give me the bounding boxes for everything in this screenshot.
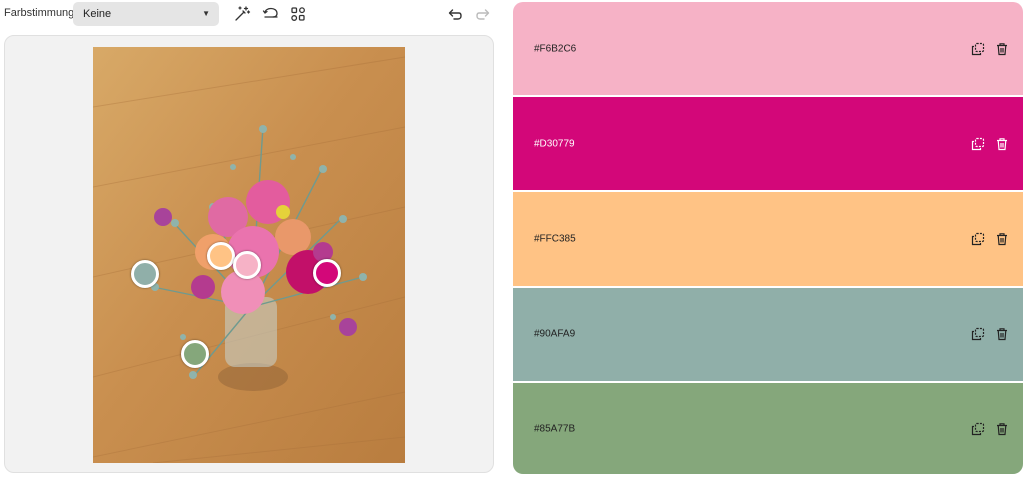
delete-icon[interactable] [995,42,1009,56]
copy-icon[interactable] [971,232,985,246]
swatch-hex-label: #F6B2C6 [534,43,577,55]
palette-swatch[interactable]: #FFC385 [513,192,1023,288]
reset-icon[interactable] [262,5,280,23]
undo-icon[interactable] [445,5,463,23]
color-picker-5[interactable] [181,340,209,368]
swatch-hex-label: #85A77B [534,423,576,435]
swatch-hex-label: #FFC385 [534,233,576,245]
color-mood-value: Keine [83,8,112,20]
color-palette: #F6B2C6 #D30779 #FFC385 #90AFA9 #85A77B [513,2,1023,474]
chevron-down-icon: ▼ [202,9,210,18]
color-mood-label: Farbstimmung [4,7,75,19]
redo-icon[interactable] [475,5,493,23]
copy-icon[interactable] [971,137,985,151]
toolbar: Farbstimmung Keine ▼ [0,0,500,30]
delete-icon[interactable] [995,422,1009,436]
copy-icon[interactable] [971,42,985,56]
palette-swatch[interactable]: #D30779 [513,97,1023,193]
copy-icon[interactable] [971,422,985,436]
delete-icon[interactable] [995,232,1009,246]
color-picker-4[interactable] [313,259,341,287]
color-picker-1[interactable] [131,260,159,288]
palette-swatch[interactable]: #90AFA9 [513,287,1023,383]
delete-icon[interactable] [995,327,1009,341]
magic-wand-icon[interactable] [233,5,251,23]
sample-colors-icon[interactable] [289,5,307,23]
swatch-hex-label: #90AFA9 [534,328,576,340]
delete-icon[interactable] [995,137,1009,151]
swatch-hex-label: #D30779 [534,138,575,150]
palette-swatch[interactable]: #F6B2C6 [513,2,1023,98]
copy-icon[interactable] [971,327,985,341]
palette-swatch[interactable]: #85A77B [513,382,1023,474]
color-picker-3[interactable] [233,251,261,279]
color-picker-2[interactable] [207,242,235,270]
color-mood-select[interactable]: Keine ▼ [73,2,219,26]
